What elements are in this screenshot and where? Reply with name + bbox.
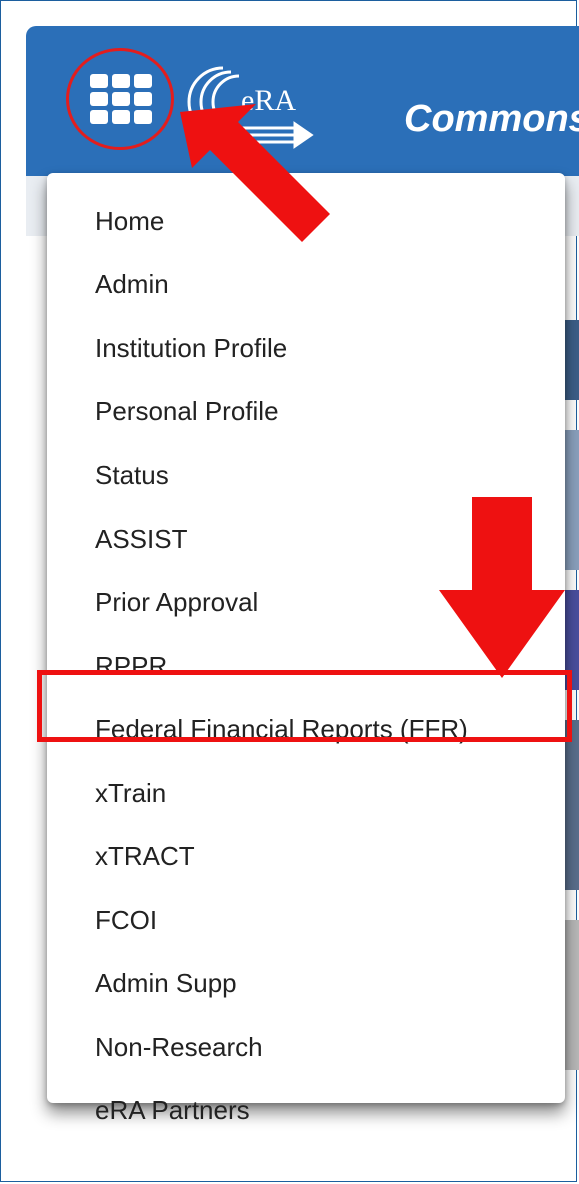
menu-item-admin[interactable]: Admin xyxy=(95,268,169,300)
apps-dropdown-menu: Home Admin Institution Profile Personal … xyxy=(47,173,565,1125)
era-logo-text: eRA xyxy=(241,84,296,117)
menu-item-admin-supp[interactable]: Admin Supp xyxy=(95,967,237,999)
era-logo: eRA xyxy=(187,66,314,149)
menu-item-non-research[interactable]: Non-Research xyxy=(95,1031,263,1063)
menu-item-fcoi[interactable]: FCOI xyxy=(95,904,157,936)
menu-item-home[interactable]: Home xyxy=(95,205,164,237)
menu-item-era-partners[interactable]: eRA Partners xyxy=(95,1094,250,1126)
grid-icon xyxy=(90,74,152,124)
app-title: Commons xyxy=(404,98,579,140)
apps-menu-button[interactable] xyxy=(66,48,174,150)
menu-item-institution-profile[interactable]: Institution Profile xyxy=(95,332,287,364)
ffr-highlight-box xyxy=(37,670,572,742)
menu-item-status[interactable]: Status xyxy=(95,459,169,491)
menu-item-assist[interactable]: ASSIST xyxy=(95,523,187,555)
menu-item-xtrain[interactable]: xTrain xyxy=(95,777,166,809)
menu-item-personal-profile[interactable]: Personal Profile xyxy=(95,395,279,427)
menu-item-xtract[interactable]: xTRACT xyxy=(95,840,195,872)
menu-item-prior-approval[interactable]: Prior Approval xyxy=(95,586,258,618)
